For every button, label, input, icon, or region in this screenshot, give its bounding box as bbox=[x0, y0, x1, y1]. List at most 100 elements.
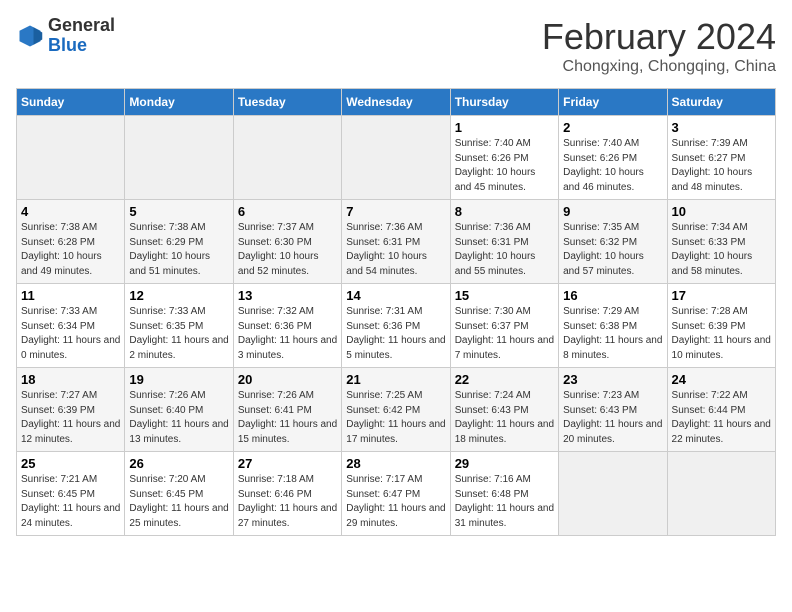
calendar-cell: 10 Sunrise: 7:34 AMSunset: 6:33 PMDayligh… bbox=[667, 200, 775, 284]
calendar-cell: 19 Sunrise: 7:26 AMSunset: 6:40 PMDayligh… bbox=[125, 368, 233, 452]
day-info: Sunrise: 7:25 AMSunset: 6:42 PMDaylight:… bbox=[346, 389, 445, 447]
calendar-week-5: 25 Sunrise: 7:21 AMSunset: 6:45 PMDayligh… bbox=[17, 452, 776, 536]
day-number: 21 bbox=[346, 372, 445, 387]
calendar-cell bbox=[342, 116, 450, 200]
calendar-cell: 14 Sunrise: 7:31 AMSunset: 6:36 PMDayligh… bbox=[342, 284, 450, 368]
day-info: Sunrise: 7:39 AMSunset: 6:27 PMDaylight:… bbox=[672, 137, 771, 195]
calendar-cell: 21 Sunrise: 7:25 AMSunset: 6:42 PMDayligh… bbox=[342, 368, 450, 452]
day-number: 18 bbox=[21, 372, 120, 387]
calendar-cell: 22Sunrise: 7:24 AMSunset: 6:43 PMDayligh… bbox=[450, 368, 558, 452]
calendar-cell bbox=[17, 116, 125, 200]
day-number: 2 bbox=[563, 120, 662, 135]
day-number: 16 bbox=[563, 288, 662, 303]
calendar-cell: 2 Sunrise: 7:40 AMSunset: 6:26 PMDaylight… bbox=[559, 116, 667, 200]
day-number: 17 bbox=[672, 288, 771, 303]
calendar-cell bbox=[559, 452, 667, 536]
calendar-cell: 9 Sunrise: 7:35 AMSunset: 6:32 PMDaylight… bbox=[559, 200, 667, 284]
day-info: Sunrise: 7:31 AMSunset: 6:36 PMDaylight:… bbox=[346, 305, 445, 363]
weekday-header-thursday: Thursday bbox=[450, 89, 558, 116]
day-number: 28 bbox=[346, 456, 445, 471]
day-info: Sunrise: 7:18 AMSunset: 6:46 PMDaylight:… bbox=[238, 473, 337, 531]
day-number: 12 bbox=[129, 288, 228, 303]
day-info: Sunrise: 7:38 AMSunset: 6:28 PMDaylight:… bbox=[21, 221, 120, 279]
calendar-cell: 5 Sunrise: 7:38 AMSunset: 6:29 PMDaylight… bbox=[125, 200, 233, 284]
day-info: Sunrise: 7:28 AMSunset: 6:39 PMDaylight:… bbox=[672, 305, 771, 363]
day-number: 7 bbox=[346, 204, 445, 219]
day-info: Sunrise: 7:26 AMSunset: 6:41 PMDaylight:… bbox=[238, 389, 337, 447]
calendar-cell: 28 Sunrise: 7:17 AMSunset: 6:47 PMDayligh… bbox=[342, 452, 450, 536]
day-info: Sunrise: 7:38 AMSunset: 6:29 PMDaylight:… bbox=[129, 221, 228, 279]
day-info: Sunrise: 7:34 AMSunset: 6:33 PMDaylight:… bbox=[672, 221, 771, 279]
day-info: Sunrise: 7:33 AMSunset: 6:35 PMDaylight:… bbox=[129, 305, 228, 363]
day-info: Sunrise: 7:27 AMSunset: 6:39 PMDaylight:… bbox=[21, 389, 120, 447]
calendar-cell: 13 Sunrise: 7:32 AMSunset: 6:36 PMDayligh… bbox=[233, 284, 341, 368]
calendar-cell: 1 Sunrise: 7:40 AMSunset: 6:26 PMDaylight… bbox=[450, 116, 558, 200]
weekday-header-row: SundayMondayTuesdayWednesdayThursdayFrid… bbox=[17, 89, 776, 116]
calendar-cell bbox=[125, 116, 233, 200]
calendar-cell: 25 Sunrise: 7:21 AMSunset: 6:45 PMDayligh… bbox=[17, 452, 125, 536]
day-info: Sunrise: 7:22 AMSunset: 6:44 PMDaylight:… bbox=[672, 389, 771, 447]
month-title: February 2024 bbox=[542, 16, 776, 58]
calendar-cell bbox=[233, 116, 341, 200]
day-info: Sunrise: 7:23 AMSunset: 6:43 PMDaylight:… bbox=[563, 389, 662, 447]
calendar-week-4: 18 Sunrise: 7:27 AMSunset: 6:39 PMDayligh… bbox=[17, 368, 776, 452]
day-number: 6 bbox=[238, 204, 337, 219]
calendar-cell: 11 Sunrise: 7:33 AMSunset: 6:34 PMDayligh… bbox=[17, 284, 125, 368]
day-number: 20 bbox=[238, 372, 337, 387]
weekday-header-wednesday: Wednesday bbox=[342, 89, 450, 116]
day-number: 3 bbox=[672, 120, 771, 135]
calendar-cell: 16Sunrise: 7:29 AMSunset: 6:38 PMDayligh… bbox=[559, 284, 667, 368]
weekday-header-tuesday: Tuesday bbox=[233, 89, 341, 116]
calendar-week-3: 11 Sunrise: 7:33 AMSunset: 6:34 PMDayligh… bbox=[17, 284, 776, 368]
weekday-header-monday: Monday bbox=[125, 89, 233, 116]
day-number: 4 bbox=[21, 204, 120, 219]
day-number: 29 bbox=[455, 456, 554, 471]
title-block: February 2024 Chongxing, Chongqing, Chin… bbox=[542, 16, 776, 76]
day-info: Sunrise: 7:40 AMSunset: 6:26 PMDaylight:… bbox=[455, 137, 554, 195]
calendar-cell: 8Sunrise: 7:36 AMSunset: 6:31 PMDaylight… bbox=[450, 200, 558, 284]
day-number: 9 bbox=[563, 204, 662, 219]
location-text: Chongxing, Chongqing, China bbox=[542, 58, 776, 76]
calendar-cell: 29Sunrise: 7:16 AMSunset: 6:48 PMDayligh… bbox=[450, 452, 558, 536]
calendar-cell: 24 Sunrise: 7:22 AMSunset: 6:44 PMDayligh… bbox=[667, 368, 775, 452]
calendar-cell: 7 Sunrise: 7:36 AMSunset: 6:31 PMDaylight… bbox=[342, 200, 450, 284]
day-info: Sunrise: 7:26 AMSunset: 6:40 PMDaylight:… bbox=[129, 389, 228, 447]
logo-blue-text: Blue bbox=[48, 35, 87, 55]
day-number: 13 bbox=[238, 288, 337, 303]
day-info: Sunrise: 7:20 AMSunset: 6:45 PMDaylight:… bbox=[129, 473, 228, 531]
day-number: 10 bbox=[672, 204, 771, 219]
calendar-cell: 23Sunrise: 7:23 AMSunset: 6:43 PMDayligh… bbox=[559, 368, 667, 452]
day-number: 19 bbox=[129, 372, 228, 387]
calendar-cell: 27 Sunrise: 7:18 AMSunset: 6:46 PMDayligh… bbox=[233, 452, 341, 536]
weekday-header-sunday: Sunday bbox=[17, 89, 125, 116]
day-number: 14 bbox=[346, 288, 445, 303]
day-info: Sunrise: 7:33 AMSunset: 6:34 PMDaylight:… bbox=[21, 305, 120, 363]
logo-general-text: General bbox=[48, 15, 115, 35]
calendar-cell: 26Sunrise: 7:20 AMSunset: 6:45 PMDayligh… bbox=[125, 452, 233, 536]
day-info: Sunrise: 7:40 AMSunset: 6:26 PMDaylight:… bbox=[563, 137, 662, 195]
weekday-header-friday: Friday bbox=[559, 89, 667, 116]
day-number: 24 bbox=[672, 372, 771, 387]
day-number: 5 bbox=[129, 204, 228, 219]
calendar-cell: 15Sunrise: 7:30 AMSunset: 6:37 PMDayligh… bbox=[450, 284, 558, 368]
logo: General Blue bbox=[16, 16, 115, 56]
day-info: Sunrise: 7:24 AMSunset: 6:43 PMDaylight:… bbox=[455, 389, 554, 447]
day-info: Sunrise: 7:35 AMSunset: 6:32 PMDaylight:… bbox=[563, 221, 662, 279]
day-info: Sunrise: 7:32 AMSunset: 6:36 PMDaylight:… bbox=[238, 305, 337, 363]
day-number: 1 bbox=[455, 120, 554, 135]
calendar-week-1: 1 Sunrise: 7:40 AMSunset: 6:26 PMDaylight… bbox=[17, 116, 776, 200]
day-number: 25 bbox=[21, 456, 120, 471]
calendar-week-2: 4 Sunrise: 7:38 AMSunset: 6:28 PMDaylight… bbox=[17, 200, 776, 284]
day-info: Sunrise: 7:17 AMSunset: 6:47 PMDaylight:… bbox=[346, 473, 445, 531]
day-info: Sunrise: 7:36 AMSunset: 6:31 PMDaylight:… bbox=[346, 221, 445, 279]
day-number: 27 bbox=[238, 456, 337, 471]
page-header: General Blue February 2024 Chongxing, Ch… bbox=[16, 16, 776, 76]
day-number: 15 bbox=[455, 288, 554, 303]
day-number: 11 bbox=[21, 288, 120, 303]
calendar-cell: 6Sunrise: 7:37 AMSunset: 6:30 PMDaylight… bbox=[233, 200, 341, 284]
logo-icon bbox=[16, 22, 44, 50]
calendar-cell: 4 Sunrise: 7:38 AMSunset: 6:28 PMDaylight… bbox=[17, 200, 125, 284]
calendar-cell: 18 Sunrise: 7:27 AMSunset: 6:39 PMDayligh… bbox=[17, 368, 125, 452]
day-info: Sunrise: 7:21 AMSunset: 6:45 PMDaylight:… bbox=[21, 473, 120, 531]
calendar-cell bbox=[667, 452, 775, 536]
